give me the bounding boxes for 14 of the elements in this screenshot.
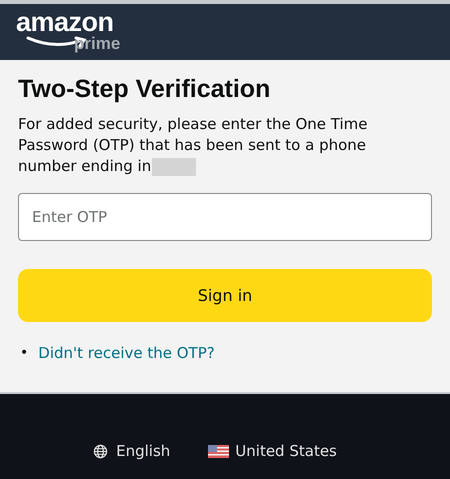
otp-input-field[interactable]: Enter OTP — [18, 193, 432, 241]
resend-otp-link[interactable]: Didn't receive the OTP? — [38, 342, 215, 364]
sign-in-button[interactable]: Sign in — [18, 269, 432, 322]
page-title: Two-Step Verification — [18, 74, 272, 105]
language-link[interactable]: English — [116, 440, 170, 462]
logo[interactable]: amazon prime — [16, 9, 126, 55]
redaction-block — [152, 158, 196, 176]
bullet: • — [20, 344, 28, 363]
logo-subbrand: prime — [74, 35, 120, 52]
country-link[interactable]: United States — [235, 440, 337, 462]
instruction-text: For added security, please enter the One Time Password (OTP) that has been sent to a phone number ending in — [18, 114, 368, 177]
globe-icon — [93, 444, 108, 459]
flag-icon — [208, 444, 230, 458]
logo-wordmark: amazon — [16, 9, 114, 36]
